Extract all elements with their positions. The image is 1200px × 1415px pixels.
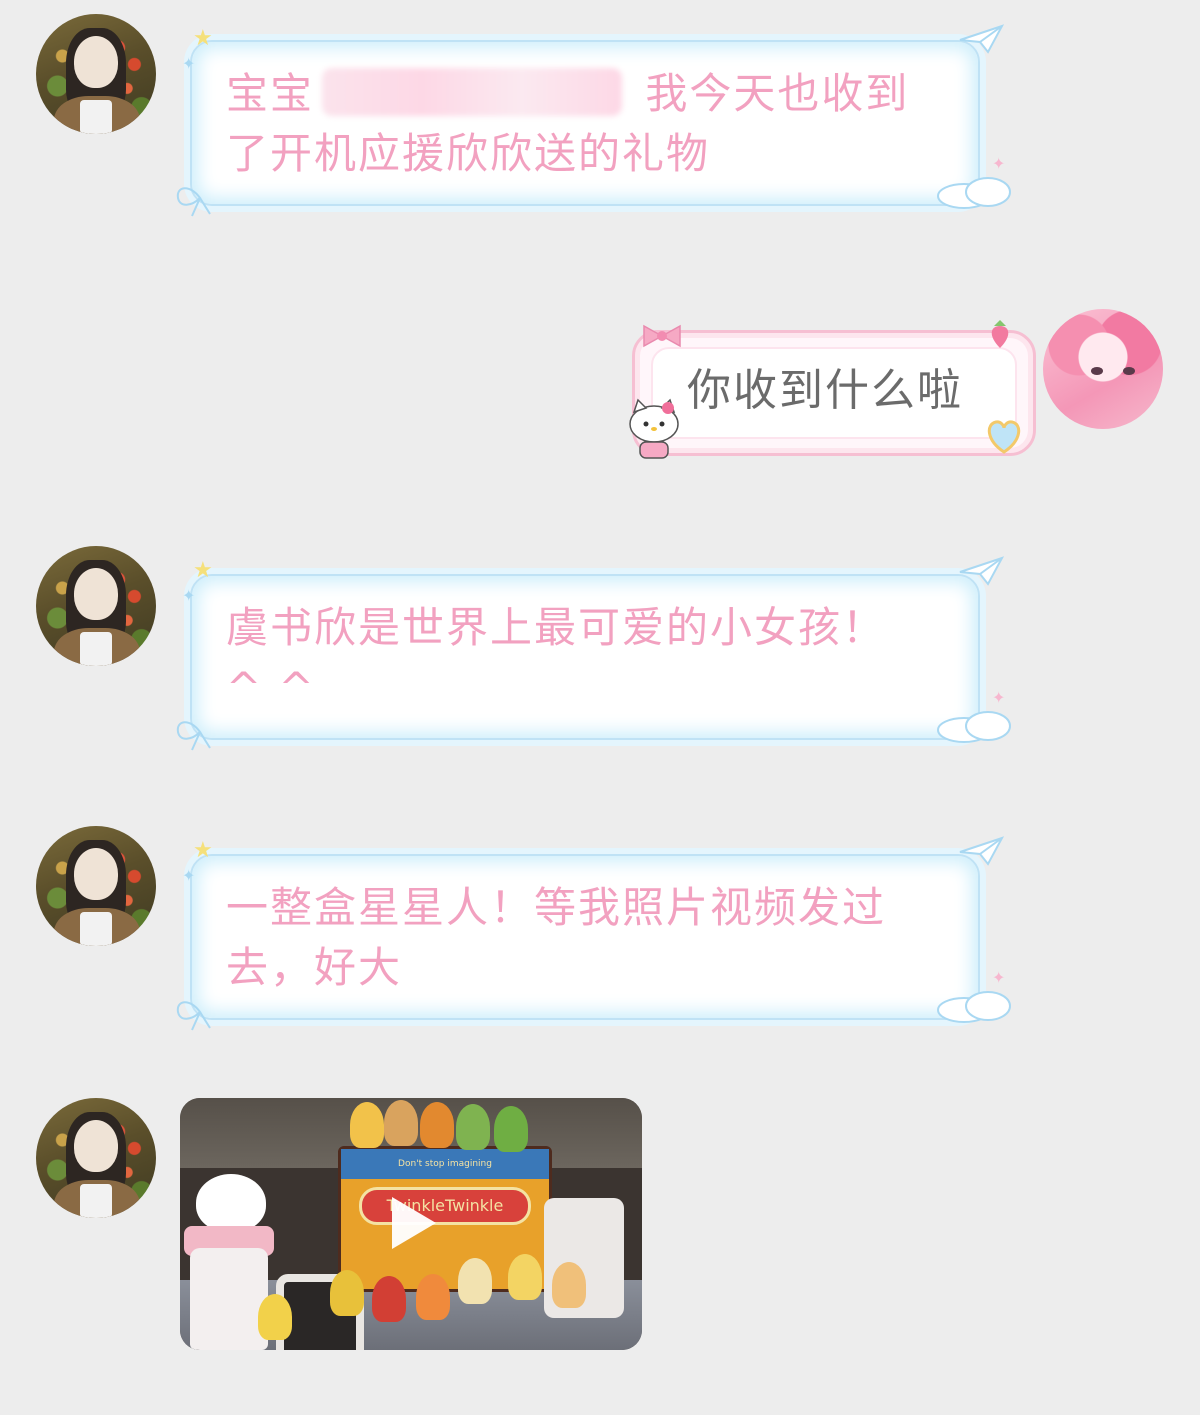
figure [372, 1276, 406, 1322]
heart-icon [987, 420, 1021, 454]
strawberry-icon [991, 320, 1009, 348]
message-text: 宝宝 我今天也收到 了开机应援欣欣送的礼物 [226, 68, 910, 178]
figure [384, 1100, 418, 1146]
star-icon: ✦ [182, 586, 196, 605]
cloud-icon [937, 991, 1011, 1023]
message-text: 你收到什么啦 [687, 365, 963, 416]
star-icon: ★ [193, 558, 213, 583]
figure [508, 1254, 542, 1300]
figure [456, 1104, 490, 1150]
contact-avatar[interactable] [36, 826, 156, 946]
figure [258, 1294, 292, 1340]
ribbon-bow-icon [176, 187, 211, 217]
box-logo: TwinkleTwinkle [359, 1187, 531, 1225]
play-icon[interactable] [392, 1197, 436, 1249]
paper-plane-icon [959, 836, 1004, 866]
avatar-face [74, 1120, 118, 1172]
star-icon: ✦ [182, 866, 196, 885]
box-top-band: Don't stop imagining [341, 1149, 549, 1179]
message-bubble-received[interactable]: 虞书欣是世界上最可爱的小女孩！ ^ ^ [190, 574, 980, 740]
avatar-collar [80, 1184, 112, 1218]
figure [350, 1102, 384, 1148]
ribbon-bow-icon [176, 1001, 211, 1031]
figure [330, 1270, 364, 1316]
star-icon: ✦ [992, 968, 1006, 987]
cup [190, 1248, 268, 1350]
star-icon: ✦ [992, 688, 1006, 707]
star-icon: ✦ [992, 154, 1006, 173]
avatar-face [74, 36, 118, 88]
hello-kitty-lid-icon [196, 1174, 266, 1232]
figure [416, 1274, 450, 1320]
message-text: 一整盒星星人！等我照片视频发过 去，好大 [226, 883, 887, 992]
ribbon-bow-icon [643, 324, 681, 348]
avatar-collar [80, 100, 112, 134]
avatar-collar [80, 632, 112, 666]
paper-plane-icon [959, 556, 1004, 586]
figure [458, 1258, 492, 1304]
ribbon-bow-icon [176, 721, 211, 751]
avatar-face [74, 848, 118, 900]
avatar-collar [80, 912, 112, 946]
paper-plane-icon [959, 24, 1004, 54]
figure [494, 1106, 528, 1152]
avatar-eye [1123, 367, 1135, 375]
cloud-icon [937, 177, 1011, 209]
contact-avatar[interactable] [36, 546, 156, 666]
message-text: 虞书欣是世界上最可爱的小女孩！ ^ ^ [226, 603, 887, 712]
avatar-eye [1091, 367, 1103, 375]
message-bubble-received[interactable]: 宝宝 我今天也收到 了开机应援欣欣送的礼物 [190, 40, 980, 206]
star-icon: ★ [193, 26, 213, 51]
figure [420, 1102, 454, 1148]
figure [552, 1262, 586, 1308]
avatar-face [74, 568, 118, 620]
my-avatar[interactable] [1043, 309, 1163, 429]
message-bubble-received[interactable]: 一整盒星星人！等我照片视频发过 去，好大 [190, 854, 980, 1020]
hello-kitty-icon [629, 398, 679, 459]
message-bubble-sent[interactable]: 你收到什么啦 [632, 330, 1036, 456]
star-icon: ✦ [182, 54, 196, 73]
cloud-icon [937, 711, 1011, 743]
contact-avatar[interactable] [36, 1098, 156, 1218]
contact-avatar[interactable] [36, 14, 156, 134]
blurred-name [322, 68, 623, 116]
video-message[interactable]: Don't stop imagining TwinkleTwinkle [180, 1098, 642, 1350]
star-icon: ★ [193, 838, 213, 863]
